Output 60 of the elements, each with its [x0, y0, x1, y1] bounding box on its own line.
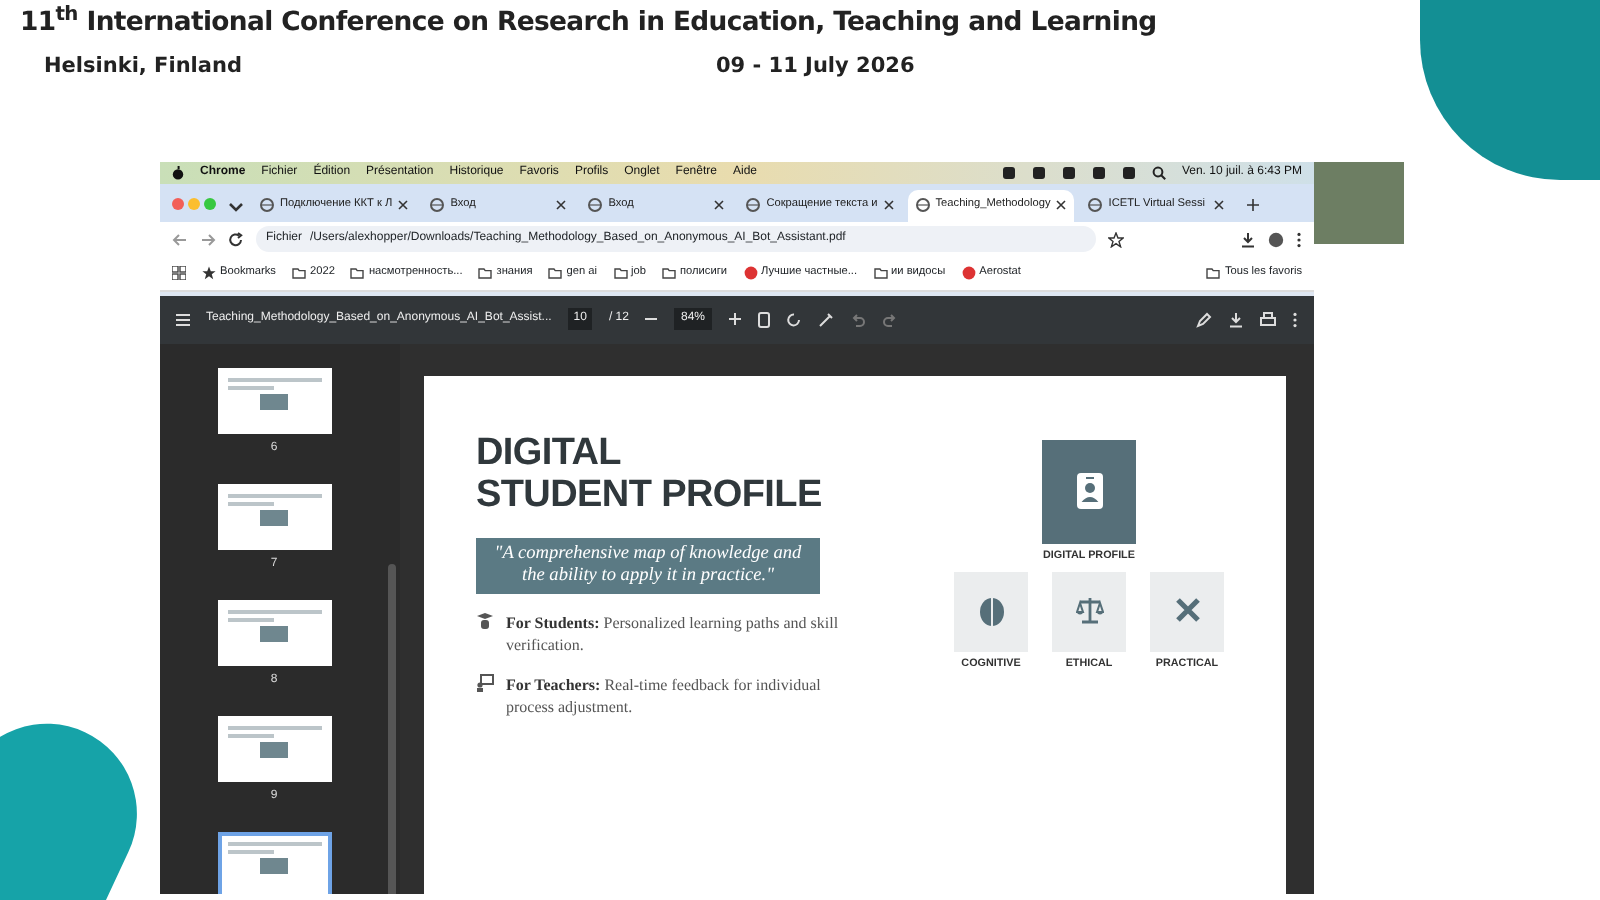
bullet-text: For Teachers: Real-time feedback for individual process adjustment. — [506, 673, 823, 718]
globe-icon — [260, 198, 274, 213]
folder-icon — [291, 266, 306, 281]
page-thumbnail[interactable] — [217, 715, 331, 782]
close-icon[interactable] — [714, 200, 725, 211]
more-icon[interactable] — [1296, 231, 1302, 248]
apps-grid-icon — [172, 266, 186, 281]
page-thumbnail[interactable] — [217, 367, 331, 434]
quote-banner: "A comprehensive map of knowledge and the ability to apply it in practice." — [476, 537, 820, 594]
download-icon[interactable] — [1240, 231, 1256, 248]
scrollbar[interactable] — [388, 563, 396, 894]
globe-icon — [430, 198, 445, 213]
close-icon[interactable] — [398, 200, 409, 211]
globe-icon — [1088, 198, 1103, 213]
apple-icon — [172, 165, 184, 180]
site-icon — [961, 266, 976, 281]
search-icon[interactable] — [1151, 165, 1166, 180]
folder-icon — [548, 266, 563, 281]
reload-icon[interactable] — [228, 231, 244, 248]
fit-page-icon[interactable] — [757, 311, 769, 328]
conference-location: Helsinki, Finland — [44, 51, 244, 82]
more-icon[interactable] — [1292, 311, 1298, 328]
page-thumbnail[interactable] — [217, 483, 331, 550]
back-arrow-icon[interactable] — [172, 231, 188, 248]
site-icon — [743, 266, 758, 281]
close-icon[interactable] — [883, 200, 894, 211]
avatar-icon[interactable] — [1268, 231, 1284, 248]
forward-arrow-icon[interactable] — [200, 231, 216, 248]
plus-icon[interactable] — [1246, 197, 1261, 212]
folder-icon — [873, 266, 888, 281]
folder-icon — [1206, 266, 1221, 281]
graduate-icon — [476, 611, 494, 630]
slide-title: DIGITAL STUDENT PROFILE — [476, 431, 824, 516]
rotate-icon[interactable] — [785, 311, 801, 328]
id-badge-icon — [1075, 472, 1103, 511]
conference-dates: 09 - 11 July 2026 — [716, 51, 915, 82]
globe-icon — [746, 198, 761, 213]
folder-icon — [662, 266, 677, 281]
scales-icon — [1075, 595, 1103, 628]
undo-icon[interactable] — [849, 311, 865, 328]
menu-icon[interactable] — [176, 313, 190, 326]
globe-icon — [588, 198, 603, 213]
close-icon[interactable] — [1214, 200, 1225, 211]
folder-icon — [350, 266, 365, 281]
conference-title: 11$^{th}$ International Conference on Research in Education, Teaching and Learning — [20, 4, 1159, 42]
close-icon[interactable] — [556, 200, 567, 211]
folder-icon — [613, 266, 628, 281]
presentation-icon — [476, 673, 494, 692]
pen-icon[interactable] — [1196, 311, 1212, 328]
bullet-text: For Students: Personalized learning paths and skill verification. — [506, 611, 841, 656]
folder-icon — [478, 266, 493, 281]
page-thumbnail[interactable] — [217, 831, 331, 894]
star-icon — [202, 266, 216, 281]
page-thumbnail[interactable] — [217, 599, 331, 666]
globe-icon — [915, 198, 930, 213]
redo-icon[interactable] — [881, 311, 897, 328]
print-icon[interactable] — [1260, 311, 1276, 328]
star-icon[interactable] — [1108, 231, 1124, 248]
photo-placeholder — [1314, 161, 1404, 244]
close-icon[interactable] — [1056, 200, 1067, 211]
